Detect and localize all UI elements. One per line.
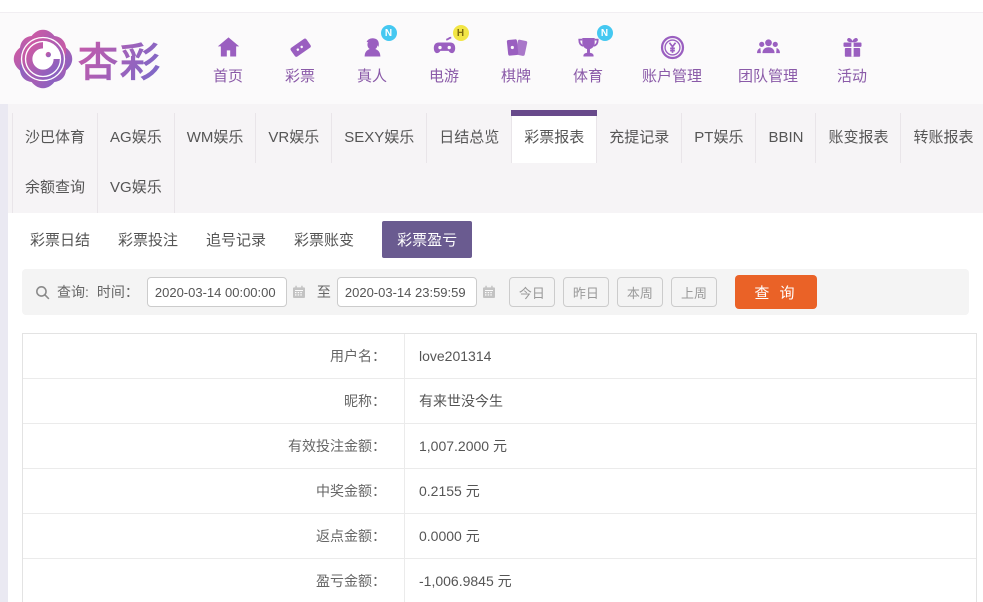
subtab-lottery-profit-loss[interactable]: 彩票盈亏 xyxy=(382,221,472,258)
this-week-button[interactable]: 本周 xyxy=(617,277,663,307)
nav-label: 真人 xyxy=(357,65,387,86)
nav-label: 棋牌 xyxy=(501,65,531,86)
row-label: 昵称： xyxy=(23,379,405,423)
time-from-input[interactable] xyxy=(147,277,287,307)
subtab-lottery-bets[interactable]: 彩票投注 xyxy=(118,229,178,250)
table-row-profit-loss-amount: 盈亏金额： -1,006.9845 元 xyxy=(23,559,976,602)
calendar-icon[interactable] xyxy=(291,284,307,300)
calendar-icon[interactable] xyxy=(481,284,497,300)
brand-logo[interactable]: 杏彩 xyxy=(12,28,190,90)
row-value: 1,007.2000 元 xyxy=(405,424,507,468)
tab-vg[interactable]: VG娱乐 xyxy=(98,163,175,213)
subtab-lottery-daily[interactable]: 彩票日结 xyxy=(30,229,90,250)
team-icon xyxy=(755,34,782,61)
row-value: 0.2155 元 xyxy=(405,469,480,513)
row-value: love201314 xyxy=(405,334,491,378)
nav-item-lottery[interactable]: 彩票 xyxy=(282,31,318,86)
gamepad-icon xyxy=(431,34,458,61)
row-value: -1,006.9845 元 xyxy=(405,559,512,602)
tab-ag[interactable]: AG娱乐 xyxy=(98,113,175,163)
nav-label: 账户管理 xyxy=(642,65,702,86)
report-tabs: 沙巴体育 AG娱乐 WM娱乐 VR娱乐 SEXY娱乐 日结总览 彩票报表 充提记… xyxy=(8,104,983,213)
last-week-button[interactable]: 上周 xyxy=(671,277,717,307)
account-coin-icon xyxy=(659,34,686,61)
nav-item-team[interactable]: 团队管理 xyxy=(738,31,798,86)
row-label: 中奖金额： xyxy=(23,469,405,513)
row-label: 用户名： xyxy=(23,334,405,378)
subtab-chase-records[interactable]: 追号记录 xyxy=(206,229,266,250)
tab-sexy[interactable]: SEXY娱乐 xyxy=(332,113,427,163)
table-row-nickname: 昵称： 有来世没今生 xyxy=(23,379,976,424)
table-row-rebate-amount: 返点金额： 0.0000 元 xyxy=(23,514,976,559)
tab-daily-summary[interactable]: 日结总览 xyxy=(427,113,512,163)
search-submit-button[interactable]: 查 询 xyxy=(735,275,817,309)
trophy-icon xyxy=(575,34,602,61)
nav-label: 团队管理 xyxy=(738,65,798,86)
nav-item-boardgames[interactable]: 棋牌 xyxy=(498,31,534,86)
row-value: 有来世没今生 xyxy=(405,379,503,423)
nav-item-promotions[interactable]: 活动 xyxy=(834,31,870,86)
time-to-input[interactable] xyxy=(337,277,477,307)
nav-item-egames[interactable]: H 电游 xyxy=(426,31,462,86)
tab-account-change[interactable]: 账变报表 xyxy=(816,113,901,163)
query-label: 查询: xyxy=(57,282,89,302)
row-label: 有效投注金额： xyxy=(23,424,405,468)
site-header: 杏彩 首页 彩票 N 真人 H 电游 棋牌 N 体育 xyxy=(0,12,983,104)
nav-item-account[interactable]: 账户管理 xyxy=(642,31,702,86)
today-button[interactable]: 今日 xyxy=(509,277,555,307)
report-tabs-row1: 沙巴体育 AG娱乐 WM娱乐 VR娱乐 SEXY娱乐 日结总览 彩票报表 充提记… xyxy=(8,113,983,163)
nav-label: 体育 xyxy=(573,65,603,86)
tab-vr[interactable]: VR娱乐 xyxy=(256,113,332,163)
top-strip xyxy=(0,0,983,12)
table-row-valid-bet-amount: 有效投注金额： 1,007.2000 元 xyxy=(23,424,976,469)
nav-label: 电游 xyxy=(429,65,459,86)
query-bar: 查询: 时间： 至 今日 昨日 本周 上周 查 询 xyxy=(22,269,969,315)
new-badge: N xyxy=(597,25,613,41)
report-tabs-row2: 余额查询 VG娱乐 xyxy=(8,163,983,213)
hot-badge: H xyxy=(453,25,469,41)
to-label: 至 xyxy=(317,282,331,302)
table-row-username: 用户名： love201314 xyxy=(23,334,976,379)
tab-wm[interactable]: WM娱乐 xyxy=(175,113,257,163)
nav-item-live[interactable]: N 真人 xyxy=(354,31,390,86)
ticket-icon xyxy=(287,34,314,61)
tab-lottery-report[interactable]: 彩票报表 xyxy=(512,113,597,163)
content-panel: 沙巴体育 AG娱乐 WM娱乐 VR娱乐 SEXY娱乐 日结总览 彩票报表 充提记… xyxy=(8,104,983,602)
profit-loss-table: 用户名： love201314 昵称： 有来世没今生 有效投注金额： 1,007… xyxy=(22,333,977,602)
row-label: 返点金额： xyxy=(23,514,405,558)
nav-label: 彩票 xyxy=(285,65,315,86)
table-row-winning-amount: 中奖金额： 0.2155 元 xyxy=(23,469,976,514)
live-person-icon xyxy=(359,34,386,61)
tab-bbin[interactable]: BBIN xyxy=(756,113,816,163)
main-nav: 首页 彩票 N 真人 H 电游 棋牌 N 体育 账户管理 xyxy=(210,31,870,86)
new-badge: N xyxy=(381,25,397,41)
home-icon xyxy=(215,34,242,61)
lottery-subtabs: 彩票日结 彩票投注 追号记录 彩票账变 彩票盈亏 xyxy=(8,213,983,265)
nav-label: 首页 xyxy=(213,65,243,86)
gift-icon xyxy=(839,34,866,61)
search-icon xyxy=(34,284,51,301)
yesterday-button[interactable]: 昨日 xyxy=(563,277,609,307)
brand-name: 杏彩 xyxy=(78,30,162,88)
time-label: 时间： xyxy=(97,282,139,302)
tab-deposit-withdraw[interactable]: 充提记录 xyxy=(597,113,682,163)
tab-shaba-sports[interactable]: 沙巴体育 xyxy=(12,113,98,163)
cards-icon xyxy=(503,34,530,61)
row-label: 盈亏金额： xyxy=(23,559,405,602)
tab-pt[interactable]: PT娱乐 xyxy=(682,113,756,163)
tab-balance-query[interactable]: 余额查询 xyxy=(12,163,98,213)
nav-item-sports[interactable]: N 体育 xyxy=(570,31,606,86)
tab-transfer-report[interactable]: 转账报表 xyxy=(901,113,983,163)
flower-emblem-icon xyxy=(12,28,74,90)
nav-label: 活动 xyxy=(837,65,867,86)
row-value: 0.0000 元 xyxy=(405,514,480,558)
subtab-lottery-account-change[interactable]: 彩票账变 xyxy=(294,229,354,250)
nav-item-home[interactable]: 首页 xyxy=(210,31,246,86)
